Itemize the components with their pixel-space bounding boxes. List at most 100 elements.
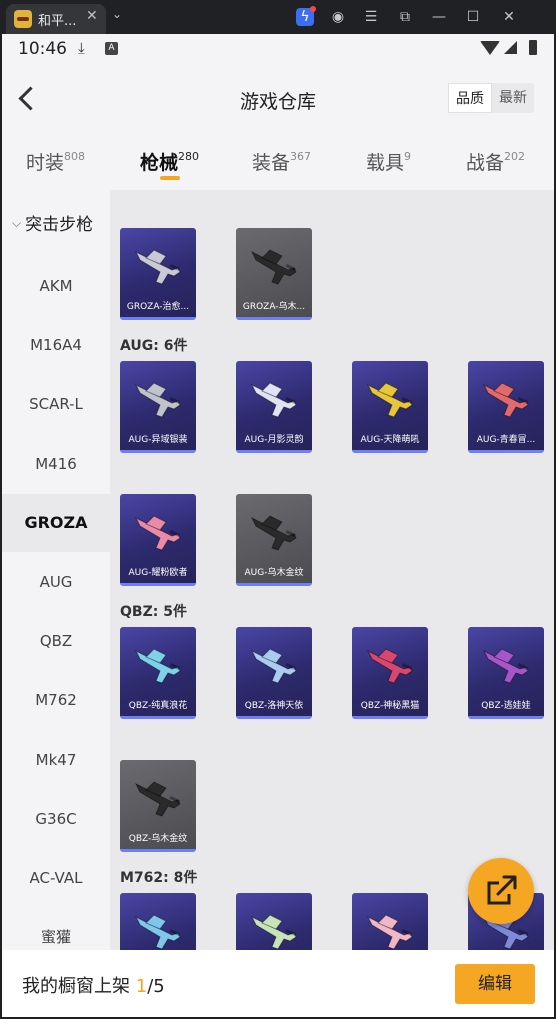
sidebar-item-aug[interactable]: AUG <box>2 553 110 611</box>
sort-newest-button[interactable]: 最新 <box>492 83 534 113</box>
skin-card[interactable]: QBZ-乌木金纹 <box>120 760 196 852</box>
tab-close-icon[interactable]: ✕ <box>86 8 98 24</box>
gun-icon <box>366 914 413 950</box>
edit-button[interactable]: 编辑 <box>455 964 535 1004</box>
sidebar-item-m416[interactable]: M416 <box>2 435 110 493</box>
restore-icon[interactable]: ⧉ <box>396 8 414 26</box>
sidebar-item-groza[interactable]: GROZA <box>2 493 110 552</box>
skin-card[interactable]: AUG-耀粉欧者 <box>120 494 196 586</box>
skin-name: GROZA-乌木... <box>242 302 306 312</box>
gun-icon <box>250 914 297 950</box>
wifi-icon <box>480 41 500 55</box>
gun-icon <box>482 648 529 684</box>
skin-card[interactable]: M762-云朵剪... <box>120 893 196 950</box>
gun-icon <box>250 249 297 285</box>
bolt-icon[interactable]: ϟ <box>296 6 316 26</box>
skin-name: GROZA-治愈... <box>126 302 190 312</box>
skin-card[interactable]: AUG-青春冒... <box>468 361 544 453</box>
gun-icon <box>134 249 181 285</box>
category-tabs: 时装808 枪械280 装备367 载具9 战备202 <box>2 134 554 190</box>
skin-card[interactable]: QBZ-神秘黑猫 <box>352 627 428 719</box>
skin-card[interactable]: QBZ-纯真浪花 <box>120 627 196 719</box>
sidebar-item-ac-val[interactable]: AC-VAL <box>2 849 110 907</box>
skin-name: QBZ-纯真浪花 <box>128 701 188 711</box>
sidebar-item-g36c[interactable]: G36C <box>2 790 110 848</box>
tab-count: 9 <box>404 150 412 163</box>
browser-tab[interactable]: 和平... ✕ <box>6 4 106 34</box>
weapon-sidebar: 突击步枪 AKMM16A4SCAR-LM416GROZAAUGQBZM762Mk… <box>2 190 110 950</box>
clock: 10:46 <box>18 39 67 59</box>
tab-list-chevron-icon[interactable]: ⌄ <box>112 7 122 21</box>
sidebar-item-m762[interactable]: M762 <box>2 671 110 729</box>
status-bar: 10:46 ⤓ A <box>2 34 554 64</box>
section-title: M762: 8件 <box>120 870 198 886</box>
sidebar-group-assault-rifles[interactable]: 突击步枪 <box>12 210 93 235</box>
tab-fashion[interactable]: 时装808 <box>26 148 85 175</box>
skin-name: AUG-青春冒... <box>476 435 536 445</box>
skin-card[interactable]: QBZ-逃娃娃 <box>468 627 544 719</box>
share-icon <box>487 875 517 905</box>
tab-label: 战备 <box>466 152 505 174</box>
gun-icon <box>250 515 297 551</box>
sidebar-item-qbz[interactable]: QBZ <box>2 612 110 670</box>
skin-name: QBZ-神秘黑猫 <box>360 701 420 711</box>
showcase-prefix: 我的橱窗上架 <box>22 976 136 997</box>
tab-label: 枪械 <box>140 152 179 174</box>
sidebar-item-m16a4[interactable]: M16A4 <box>2 316 110 374</box>
skin-name: AUG-乌木金纹 <box>244 568 304 578</box>
tab-label: 载具 <box>366 152 405 174</box>
tab-guns[interactable]: 枪械280 <box>140 148 199 175</box>
skin-name: QBZ-洛神天依 <box>244 701 304 711</box>
gun-icon <box>134 382 181 418</box>
back-arrow-icon[interactable] <box>14 82 44 116</box>
skin-card[interactable]: M762-第五大... <box>352 893 428 950</box>
maximize-icon[interactable]: ☐ <box>464 8 482 26</box>
gun-icon <box>366 648 413 684</box>
gun-icon <box>134 914 181 950</box>
showcase-total: /5 <box>147 976 165 997</box>
gun-icon <box>482 382 529 418</box>
menu-icon[interactable]: ☰ <box>362 8 380 26</box>
skin-name: AUG-天降萌吼 <box>360 435 420 445</box>
gun-icon <box>250 382 297 418</box>
tab-gear[interactable]: 战备202 <box>466 148 525 175</box>
sidebar-item-scar-l[interactable]: SCAR-L <box>2 375 110 433</box>
tab-vehicles[interactable]: 载具9 <box>366 148 411 175</box>
battery-icon <box>529 40 537 55</box>
skin-card[interactable]: M762-雏菊兔... <box>236 893 312 950</box>
skin-name: AUG-异域银装 <box>128 435 188 445</box>
tab-count: 202 <box>504 150 526 163</box>
tab-equipment[interactable]: 装备367 <box>252 148 311 175</box>
game-app-icon <box>14 10 32 28</box>
skin-name: QBZ-乌木金纹 <box>128 834 188 844</box>
notification-badge: A <box>105 42 118 55</box>
sidebar-item-mk47[interactable]: Mk47 <box>2 731 110 789</box>
tab-count: 367 <box>290 150 312 163</box>
showcase-count-label: 我的橱窗上架 1/5 <box>22 972 165 998</box>
page-header: 游戏仓库 品质 最新 <box>2 64 554 134</box>
sidebar-item-蜜獾[interactable]: 蜜獾 <box>2 908 110 950</box>
skin-card[interactable]: AUG-异域银装 <box>120 361 196 453</box>
section-title: AUG: 6件 <box>120 338 188 354</box>
tab-label: 装备 <box>252 152 291 174</box>
sort-quality-button[interactable]: 品质 <box>448 83 492 113</box>
skin-card[interactable]: AUG-月影灵韵 <box>236 361 312 453</box>
skin-card[interactable]: GROZA-乌木... <box>236 228 312 320</box>
download-icon: ⤓ <box>78 39 85 57</box>
minimize-icon[interactable]: — <box>430 8 448 26</box>
sidebar-item-akm[interactable]: AKM <box>2 257 110 315</box>
active-tab-indicator <box>160 176 180 180</box>
skin-card[interactable]: AUG-乌木金纹 <box>236 494 312 586</box>
tab-title: 和平... <box>38 14 77 29</box>
showcase-bar: 我的橱窗上架 1/5 编辑 <box>2 950 554 1017</box>
window-titlebar: 和平... ✕ ⌄ ϟ ◉ ☰ ⧉ — ☐ ✕ <box>0 0 556 34</box>
share-button[interactable] <box>468 858 534 924</box>
skin-card[interactable]: AUG-天降萌吼 <box>352 361 428 453</box>
skin-card[interactable]: GROZA-治愈... <box>120 228 196 320</box>
skin-card[interactable]: QBZ-洛神天依 <box>236 627 312 719</box>
close-icon[interactable]: ✕ <box>500 8 518 26</box>
gun-icon <box>134 515 181 551</box>
account-icon[interactable]: ◉ <box>329 8 347 26</box>
gun-icon <box>134 648 181 684</box>
phone-screen: 10:46 ⤓ A 游戏仓库 品质 最新 时装808 枪械280 装备367 载… <box>2 34 554 1017</box>
